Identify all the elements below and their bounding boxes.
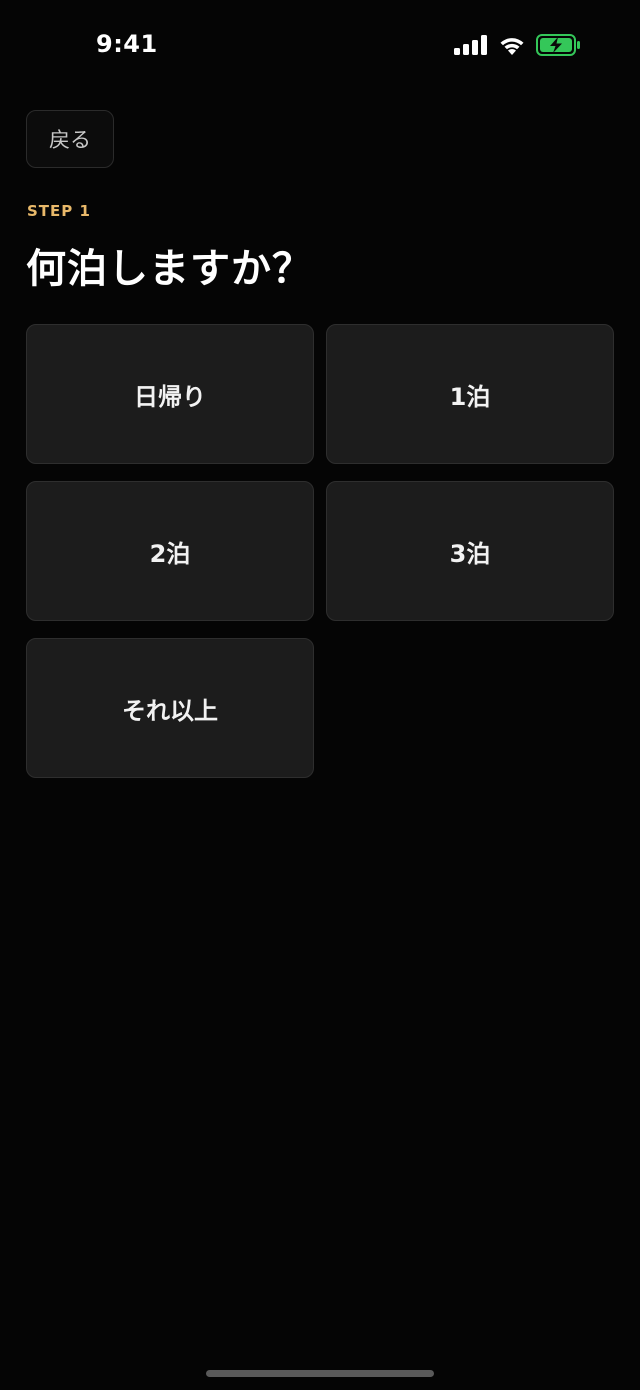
option-2-nights-button[interactable]: 2泊 <box>26 481 314 621</box>
wifi-icon <box>500 38 524 55</box>
options-grid: 日帰り 1泊 2泊 3泊 それ以上 <box>26 324 614 778</box>
status-icons <box>454 34 582 56</box>
status-time: 9:41 <box>96 30 158 58</box>
home-indicator[interactable] <box>206 1370 434 1377</box>
step-label: STEP 1 <box>27 202 91 220</box>
status-bar: 9:41 <box>0 0 640 90</box>
option-more-button[interactable]: それ以上 <box>26 638 314 778</box>
option-day-trip-button[interactable]: 日帰り <box>26 324 314 464</box>
back-button[interactable]: 戻る <box>26 110 114 168</box>
option-1-night-button[interactable]: 1泊 <box>326 324 614 464</box>
option-3-nights-button[interactable]: 3泊 <box>326 481 614 621</box>
battery-charging-icon <box>536 34 580 56</box>
page-title: 何泊しますか？ <box>26 246 313 292</box>
cellular-signal-icon <box>454 35 487 55</box>
